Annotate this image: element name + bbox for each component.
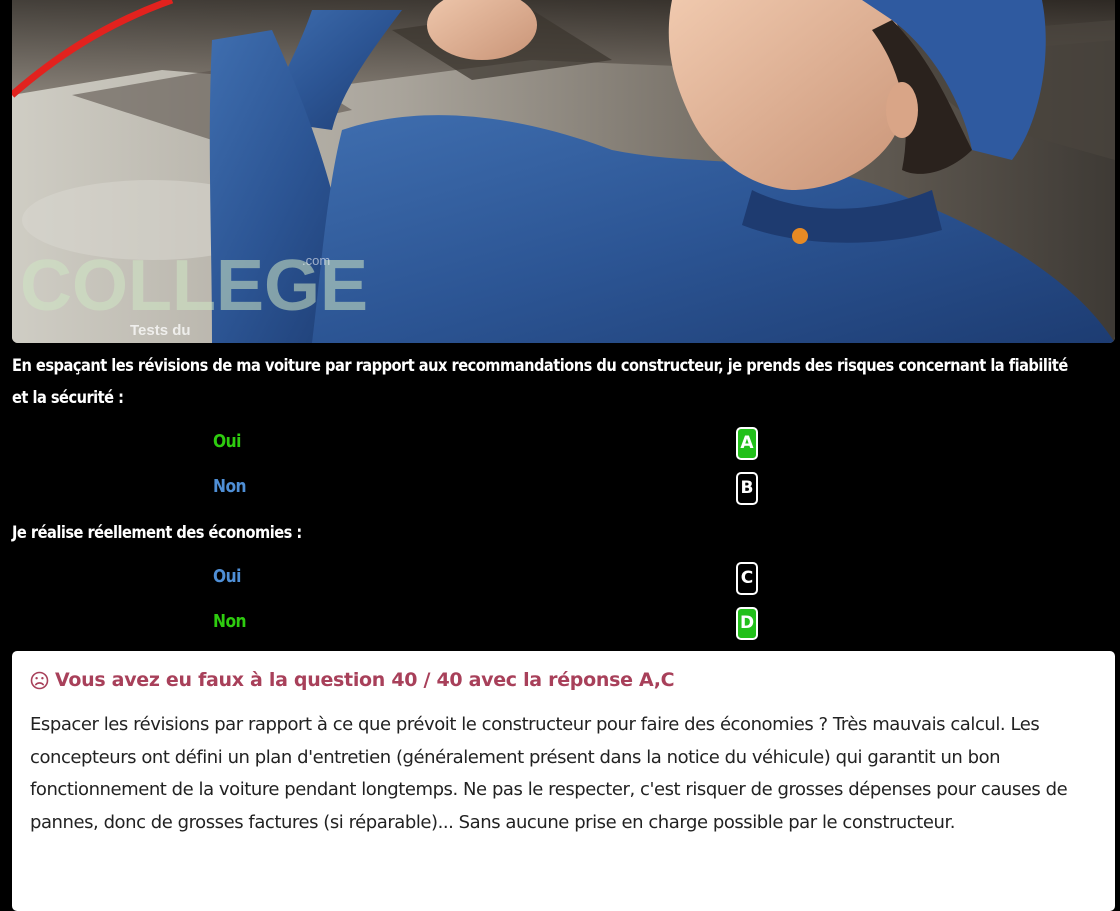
- option-a-letter[interactable]: A: [736, 427, 758, 460]
- feedback-title-row: Vous avez eu faux à la question 40 / 40 …: [30, 669, 1097, 691]
- option-c-letter[interactable]: C: [736, 562, 758, 595]
- option-b-label: Non: [213, 476, 247, 497]
- option-c[interactable]: Oui C: [0, 558, 1120, 600]
- feedback-title: Vous avez eu faux à la question 40 / 40 …: [55, 669, 675, 691]
- option-a[interactable]: Oui A: [0, 423, 1120, 465]
- option-c-label: Oui: [213, 566, 241, 587]
- option-a-label: Oui: [213, 431, 241, 452]
- sad-face-icon: [30, 671, 49, 690]
- watermark-text: Tests du: [130, 322, 191, 339]
- option-d-label: Non: [213, 611, 247, 632]
- option-b[interactable]: Non B: [0, 468, 1120, 510]
- feedback-explanation: Espacer les révisions par rapport à ce q…: [30, 714, 1068, 833]
- option-b-letter[interactable]: B: [736, 472, 758, 505]
- question-1-text: En espaçant les révisions de ma voiture …: [12, 356, 1068, 408]
- option-d-letter[interactable]: D: [736, 607, 758, 640]
- watermark-domain: .com: [302, 253, 330, 268]
- question-2-text: Je réalise réellement des économies :: [12, 523, 302, 543]
- option-d[interactable]: Non D: [0, 603, 1120, 645]
- hero-image: COLLEGE Tests du .com: [12, 0, 1115, 343]
- feedback-panel: Vous avez eu faux à la question 40 / 40 …: [12, 651, 1115, 911]
